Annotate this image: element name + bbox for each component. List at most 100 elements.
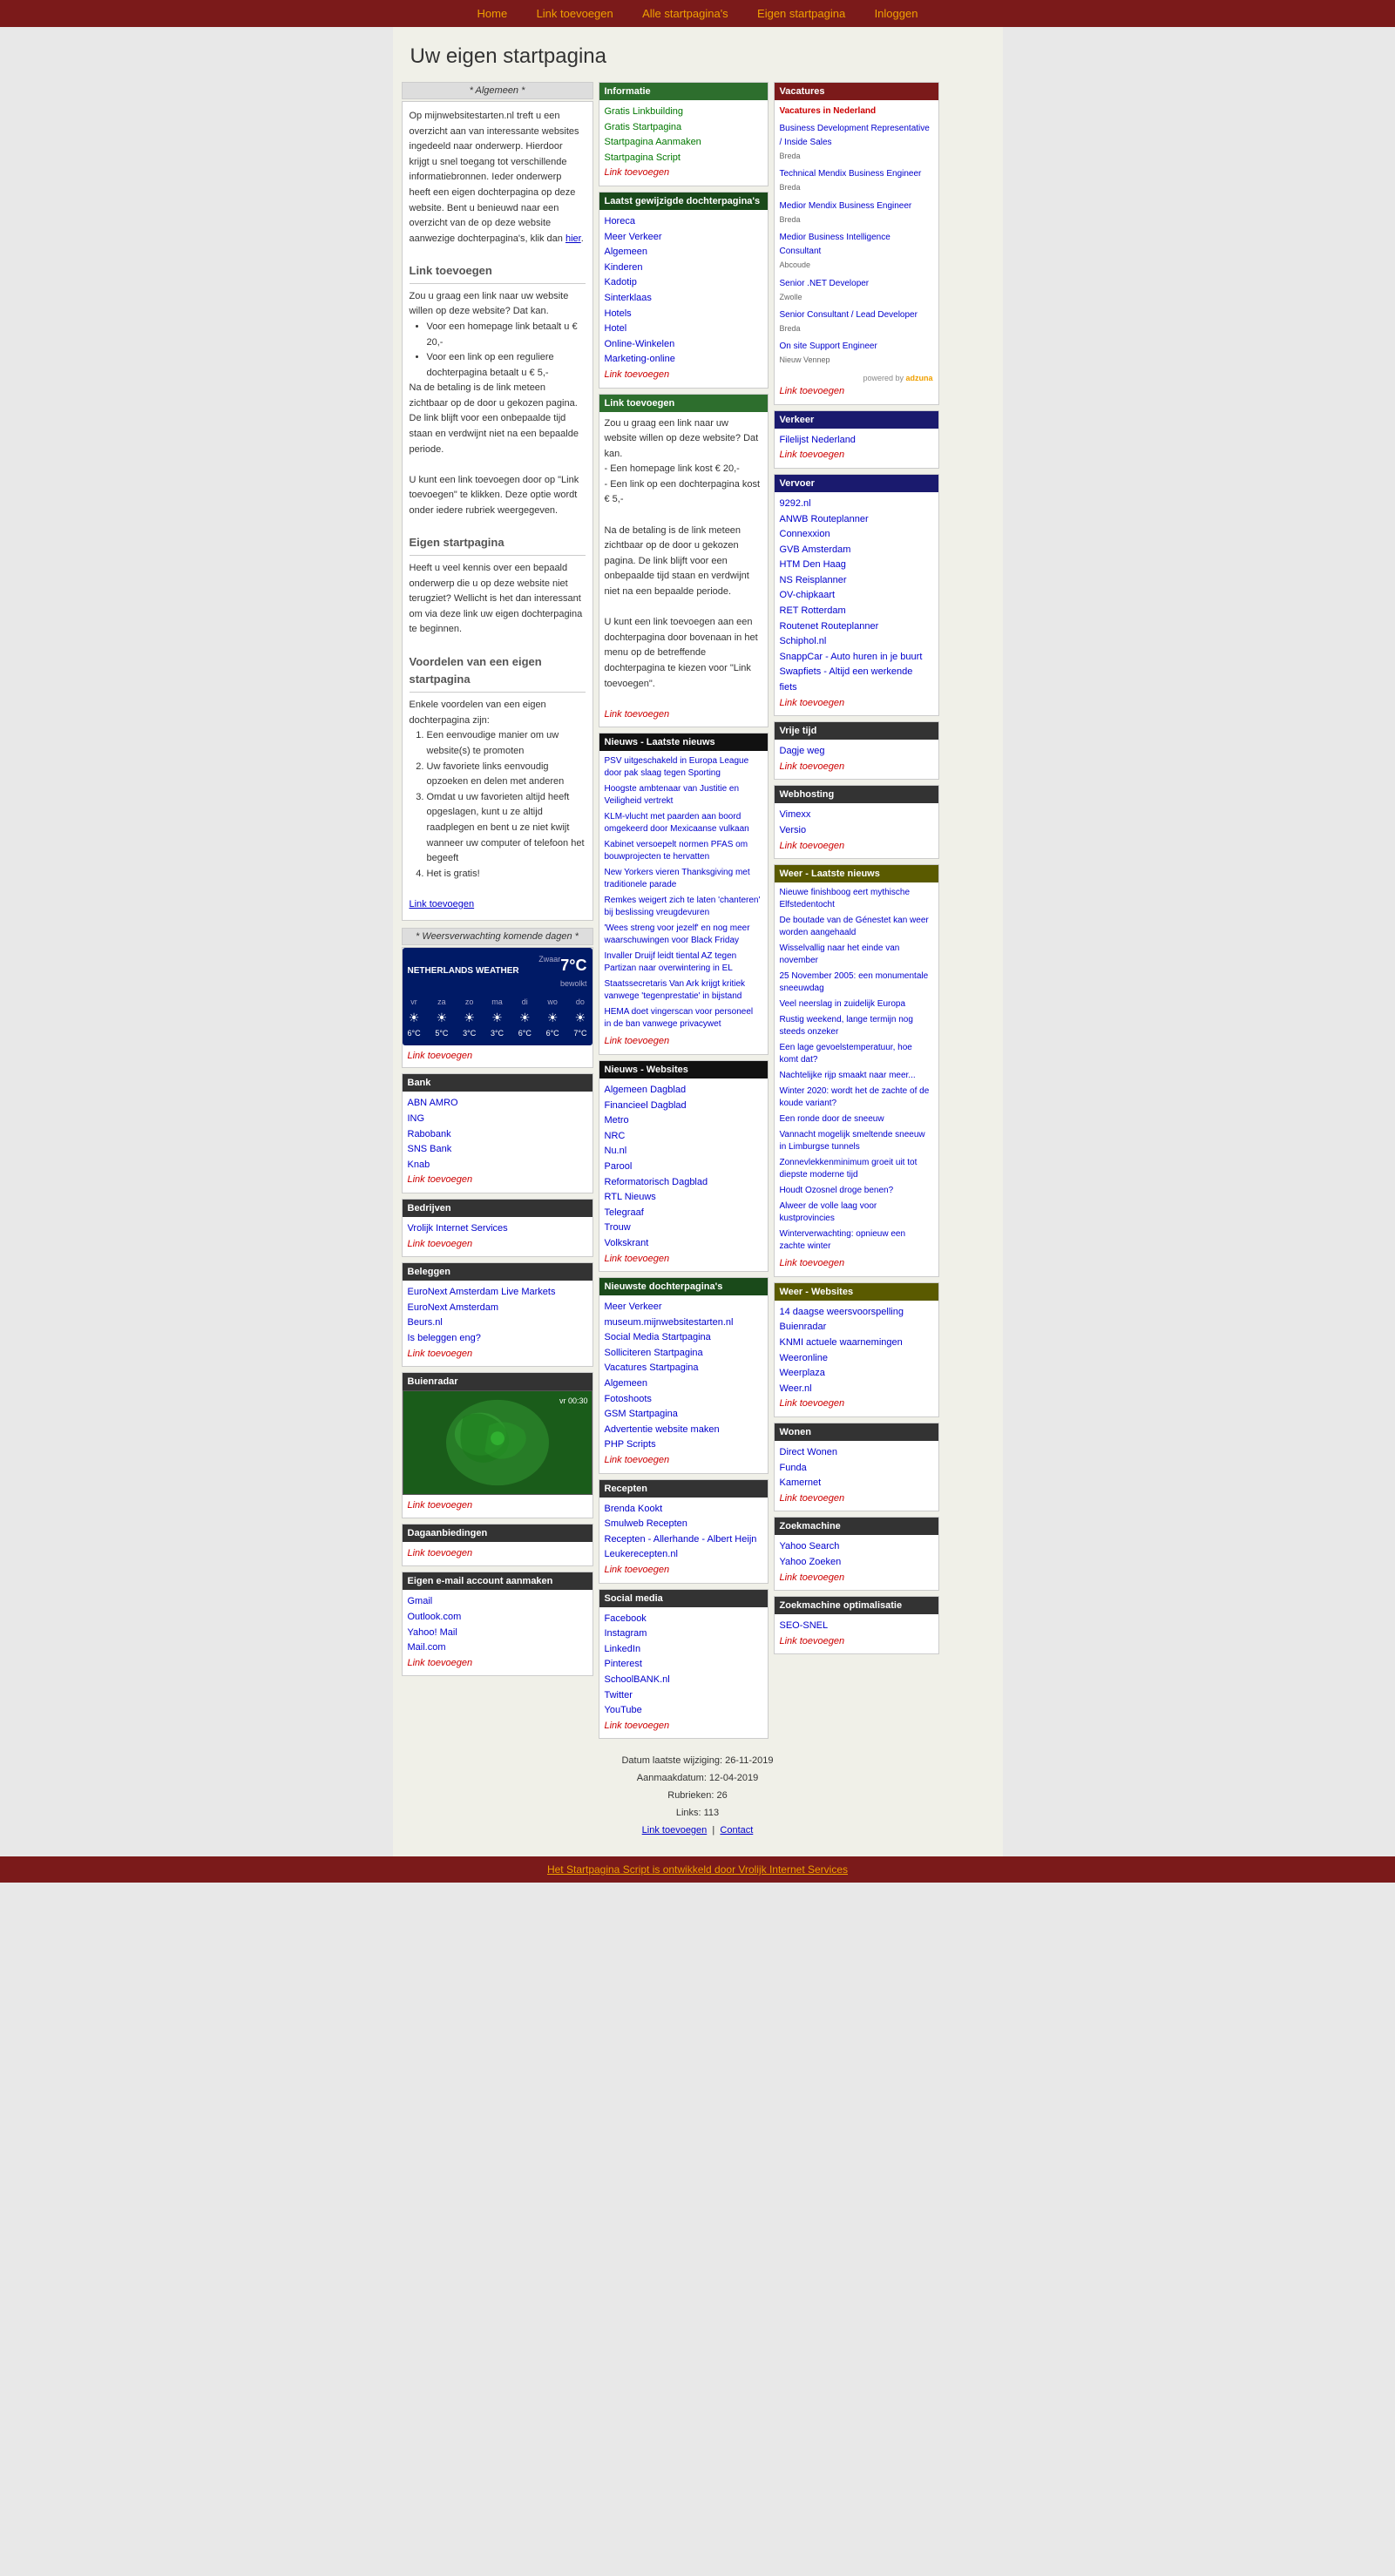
- nw-link-4[interactable]: Nu.nl: [605, 1146, 627, 1156]
- email-link-3[interactable]: Mail.com: [408, 1642, 446, 1653]
- verkeer-link-0[interactable]: Filelijst Nederland: [780, 435, 856, 445]
- verkeer-link-toevoegen[interactable]: Link toevoegen: [780, 450, 845, 460]
- informatie-link-toevoegen[interactable]: Link toevoegen: [605, 167, 670, 178]
- nd-link-toevoegen[interactable]: Link toevoegen: [605, 1455, 670, 1465]
- bottom-footer-link[interactable]: Het Startpagina Script is ontwikkeld doo…: [547, 1863, 848, 1876]
- dagaanbiedingen-link-toevoegen[interactable]: Link toevoegen: [408, 1548, 473, 1558]
- vacatures-link-toevoegen[interactable]: Link toevoegen: [780, 386, 845, 396]
- nieuws-link-toevoegen[interactable]: Link toevoegen: [605, 1036, 670, 1046]
- wonen-link-0[interactable]: Direct Wonen: [780, 1447, 837, 1457]
- nav-inloggen[interactable]: Inloggen: [875, 7, 918, 20]
- nw-link-6[interactable]: Reformatorisch Dagblad: [605, 1177, 708, 1187]
- email-link-0[interactable]: Gmail: [408, 1596, 433, 1606]
- dochter-link-8[interactable]: Online-Winkelen: [605, 339, 675, 349]
- vervoer-link-5[interactable]: NS Reisplanner: [780, 575, 847, 585]
- dochter-link-3[interactable]: Kinderen: [605, 262, 643, 273]
- email-link-toevoegen[interactable]: Link toevoegen: [408, 1658, 473, 1668]
- nw-link-10[interactable]: Volkskrant: [605, 1238, 649, 1248]
- nav-link-toevoegen[interactable]: Link toevoegen: [537, 7, 613, 20]
- zmo-link-toevoegen[interactable]: Link toevoegen: [780, 1636, 845, 1646]
- nw-link-9[interactable]: Trouw: [605, 1222, 631, 1233]
- wonen-link-toevoegen[interactable]: Link toevoegen: [780, 1493, 845, 1504]
- vervoer-link-6[interactable]: OV-chipkaart: [780, 590, 836, 600]
- rec-link-1[interactable]: Smulweb Recepten: [605, 1518, 687, 1529]
- info-link-1[interactable]: Gratis Startpagina: [605, 122, 682, 132]
- nw-link-7[interactable]: RTL Nieuws: [605, 1192, 656, 1202]
- nd-link-2[interactable]: Social Media Startpagina: [605, 1332, 711, 1342]
- ww-link-0[interactable]: 14 daagse weersvoorspelling: [780, 1307, 904, 1317]
- info-link-0[interactable]: Gratis Linkbuilding: [605, 106, 684, 117]
- nav-home[interactable]: Home: [477, 7, 508, 20]
- zm-link-toevoegen[interactable]: Link toevoegen: [780, 1572, 845, 1583]
- vervoer-link-9[interactable]: Schiphol.nl: [780, 636, 827, 646]
- bank-link-1[interactable]: ING: [408, 1113, 425, 1124]
- email-link-1[interactable]: Outlook.com: [408, 1612, 462, 1622]
- wh-link-1[interactable]: Versio: [780, 825, 807, 835]
- vervoer-link-4[interactable]: HTM Den Haag: [780, 559, 846, 570]
- algemeen-link-toevoegen[interactable]: Link toevoegen: [410, 899, 475, 909]
- social-link-6[interactable]: YouTube: [605, 1705, 642, 1715]
- dochter-link-7[interactable]: Hotel: [605, 323, 627, 334]
- bedrijven-link-toevoegen[interactable]: Link toevoegen: [408, 1239, 473, 1249]
- nw-link-8[interactable]: Telegraaf: [605, 1207, 644, 1218]
- zmo-link-0[interactable]: SEO-SNEL: [780, 1620, 829, 1631]
- hier-link[interactable]: hier: [565, 233, 581, 244]
- beleggen-link-0[interactable]: EuroNext Amsterdam Live Markets: [408, 1287, 556, 1297]
- ww-link-toevoegen[interactable]: Link toevoegen: [780, 1398, 845, 1409]
- dochter-link-2[interactable]: Algemeen: [605, 247, 648, 257]
- social-link-1[interactable]: Instagram: [605, 1628, 647, 1639]
- recepten-link-toevoegen[interactable]: Link toevoegen: [605, 1565, 670, 1575]
- footer-contact[interactable]: Contact: [720, 1825, 753, 1836]
- dochter-link-4[interactable]: Kadotip: [605, 277, 637, 287]
- lt-mid-link-toevoegen[interactable]: Link toevoegen: [605, 709, 670, 720]
- wonen-link-2[interactable]: Kamernet: [780, 1477, 822, 1488]
- nd-link-4[interactable]: Vacatures Startpagina: [605, 1362, 699, 1373]
- ww-link-3[interactable]: Weeronline: [780, 1353, 828, 1363]
- nd-link-6[interactable]: Fotoshoots: [605, 1394, 652, 1404]
- bedrijven-link-0[interactable]: Vrolijk Internet Services: [408, 1223, 508, 1234]
- nw-link-5[interactable]: Parool: [605, 1161, 633, 1172]
- buienradar-link-toevoegen[interactable]: Link toevoegen: [408, 1500, 473, 1511]
- nw-link-toevoegen[interactable]: Link toevoegen: [605, 1254, 670, 1264]
- vervoer-link-toevoegen[interactable]: Link toevoegen: [780, 698, 845, 708]
- vervoer-link-10[interactable]: SnappCar - Auto huren in je buurt: [780, 652, 923, 662]
- vervoer-link-7[interactable]: RET Rotterdam: [780, 605, 846, 616]
- zm-link-0[interactable]: Yahoo Search: [780, 1541, 840, 1552]
- email-link-2[interactable]: Yahoo! Mail: [408, 1627, 457, 1638]
- ww-link-1[interactable]: Buienradar: [780, 1322, 827, 1332]
- nav-alle-startpaginas[interactable]: Alle startpagina's: [642, 7, 728, 20]
- wl-link-toevoegen[interactable]: Link toevoegen: [780, 1258, 845, 1268]
- social-link-5[interactable]: Twitter: [605, 1690, 633, 1700]
- dochter-link-0[interactable]: Horeca: [605, 216, 635, 226]
- vervoer-link-0[interactable]: 9292.nl: [780, 498, 811, 509]
- wh-link-0[interactable]: Vimexx: [780, 809, 811, 820]
- beleggen-link-2[interactable]: Beurs.nl: [408, 1317, 443, 1328]
- dochter-link-6[interactable]: Hotels: [605, 308, 632, 319]
- nd-link-9[interactable]: PHP Scripts: [605, 1439, 656, 1450]
- dochter-link-1[interactable]: Meer Verkeer: [605, 232, 662, 242]
- vervoer-link-2[interactable]: Connexxion: [780, 529, 830, 539]
- nd-link-3[interactable]: Solliciteren Startpagina: [605, 1348, 703, 1358]
- bank-link-2[interactable]: Rabobank: [408, 1129, 451, 1139]
- dochter-link-9[interactable]: Marketing-online: [605, 354, 675, 364]
- rec-link-3[interactable]: Leukerecepten.nl: [605, 1549, 678, 1559]
- vervoer-link-1[interactable]: ANWB Routeplanner: [780, 514, 869, 524]
- nd-link-1[interactable]: museum.mijnwebsitestarten.nl: [605, 1317, 734, 1328]
- nw-link-1[interactable]: Financieel Dagblad: [605, 1100, 687, 1111]
- nw-link-3[interactable]: NRC: [605, 1131, 626, 1141]
- vt-link-0[interactable]: Dagje weg: [780, 746, 825, 756]
- nav-eigen-startpagina[interactable]: Eigen startpagina: [757, 7, 845, 20]
- social-link-2[interactable]: LinkedIn: [605, 1644, 641, 1654]
- info-link-2[interactable]: Startpagina Aanmaken: [605, 137, 701, 147]
- rec-link-0[interactable]: Brenda Kookt: [605, 1504, 663, 1514]
- zm-link-1[interactable]: Yahoo Zoeken: [780, 1557, 842, 1567]
- beleggen-link-toevoegen[interactable]: Link toevoegen: [408, 1349, 473, 1359]
- vt-link-toevoegen[interactable]: Link toevoegen: [780, 761, 845, 772]
- wh-link-toevoegen[interactable]: Link toevoegen: [780, 841, 845, 851]
- nd-link-8[interactable]: Advertentie website maken: [605, 1424, 720, 1435]
- social-link-4[interactable]: SchoolBANK.nl: [605, 1674, 670, 1685]
- nd-link-5[interactable]: Algemeen: [605, 1378, 648, 1389]
- nd-link-0[interactable]: Meer Verkeer: [605, 1302, 662, 1312]
- weather-link-toevoegen[interactable]: Link toevoegen: [408, 1051, 473, 1061]
- bank-link-4[interactable]: Knab: [408, 1160, 430, 1170]
